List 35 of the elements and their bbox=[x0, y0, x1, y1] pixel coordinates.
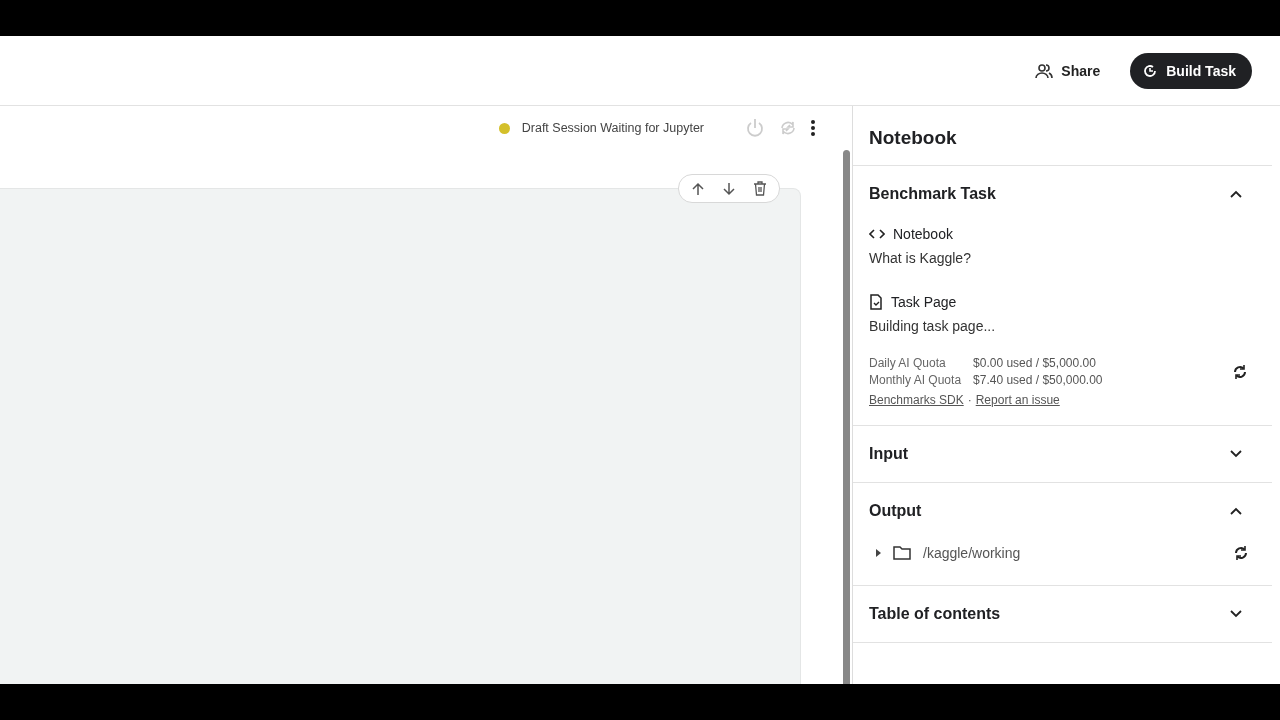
build-task-button[interactable]: Build Task bbox=[1130, 52, 1252, 89]
quota-label: Monthly AI Quota bbox=[869, 373, 962, 387]
notebook-name: What is Kaggle? bbox=[869, 249, 971, 268]
refresh-icon bbox=[1142, 62, 1159, 79]
refresh-icon[interactable] bbox=[1233, 545, 1249, 561]
share-button[interactable]: Share bbox=[1031, 56, 1105, 85]
code-cell[interactable] bbox=[0, 188, 801, 684]
link[interactable]: Report an issue bbox=[975, 393, 1060, 407]
arrow-down-icon[interactable] bbox=[722, 181, 736, 196]
notebook-label: Notebook bbox=[893, 226, 953, 242]
code-icon bbox=[869, 228, 885, 240]
section-title: Output bbox=[869, 502, 922, 520]
refresh-icon[interactable] bbox=[1232, 363, 1248, 380]
scrollbar[interactable] bbox=[843, 150, 850, 684]
document-icon bbox=[869, 294, 883, 310]
arrow-up-icon[interactable] bbox=[691, 181, 705, 196]
folder-path[interactable]: /kaggle/working bbox=[923, 545, 1221, 561]
expand-arrow-icon[interactable] bbox=[875, 549, 881, 557]
section-title: Table of contents bbox=[869, 605, 1001, 623]
trash-icon[interactable] bbox=[753, 181, 767, 196]
task-status: Building task page... bbox=[869, 317, 996, 336]
more-icon[interactable] bbox=[810, 119, 816, 137]
panel-title: Notebook bbox=[853, 106, 1272, 166]
link[interactable]: Benchmarks SDK bbox=[869, 393, 964, 407]
people-icon bbox=[1035, 62, 1054, 79]
quota-label: Daily AI Quota bbox=[869, 356, 947, 370]
separator-dot: · bbox=[967, 393, 972, 407]
status-dot bbox=[498, 122, 510, 134]
quota-value: $0.00 used / $5,000.00 bbox=[973, 356, 1097, 370]
section-title: Benchmark Task bbox=[869, 185, 996, 203]
section-title: Input bbox=[869, 445, 909, 463]
folder-icon bbox=[893, 546, 911, 560]
quota-value: $7.40 used / $50,000.00 bbox=[973, 373, 1103, 387]
task-page-label: Task Page bbox=[891, 294, 957, 310]
session-status: Draft Session Waiting for Jupyter bbox=[521, 121, 704, 135]
